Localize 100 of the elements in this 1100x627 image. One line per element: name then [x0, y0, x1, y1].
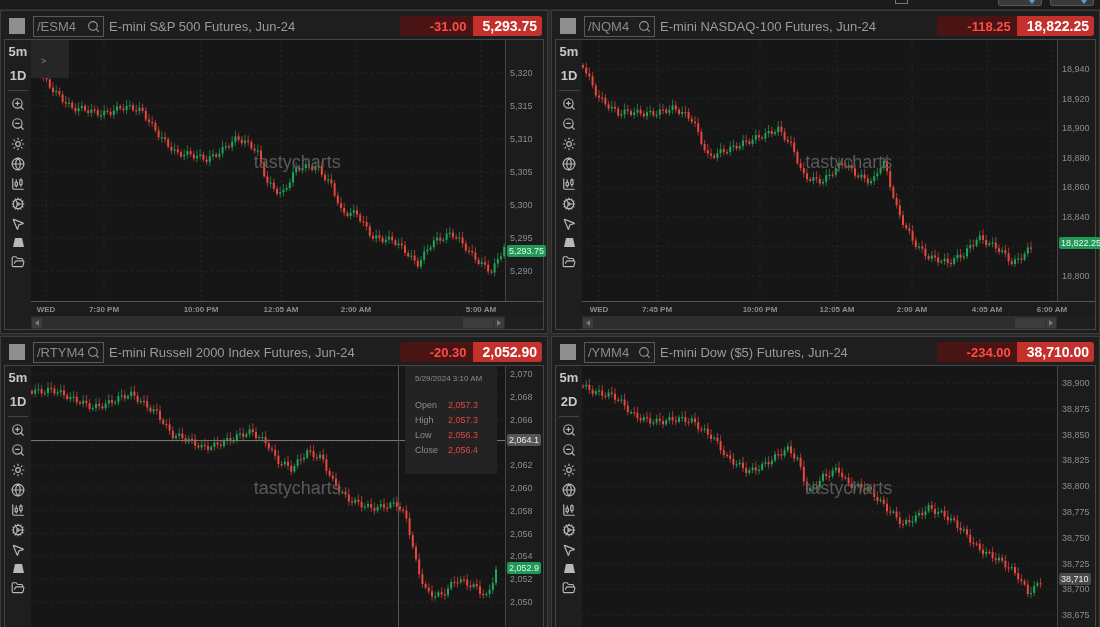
globe-icon[interactable]	[11, 157, 25, 171]
axis-label: 18,860	[1062, 182, 1090, 193]
tooltip-date: 5/29/2024 3:10 AM	[415, 374, 484, 383]
settings-icon[interactable]	[562, 197, 576, 211]
scrollbar[interactable]	[582, 316, 1057, 329]
axis-label: 5,295	[510, 233, 533, 243]
price-value: 5,293.75	[472, 16, 542, 36]
left-arrow-icon	[35, 319, 39, 326]
tooltip-label: Low	[415, 430, 433, 440]
folder-icon[interactable]	[11, 255, 25, 269]
sunburst-icon[interactable]	[562, 463, 576, 477]
cursor-icon[interactable]	[11, 543, 25, 557]
price-value: 18,822.25	[1016, 16, 1094, 36]
zoom-in-icon[interactable]	[562, 97, 576, 111]
axis-label: 6:00 AM	[1036, 305, 1068, 314]
interval-button[interactable]: 5m	[559, 370, 579, 388]
axis-label: 18,880	[1062, 152, 1090, 163]
change-value: -31.00	[399, 16, 473, 36]
trapezoid-icon[interactable]	[11, 237, 25, 249]
axis-label: 18,840	[1062, 212, 1090, 222]
search-icon	[87, 19, 100, 33]
sunburst-icon[interactable]	[562, 137, 576, 151]
axis-label: 2,068	[510, 391, 533, 402]
dropdown-button[interactable]	[1050, 0, 1094, 6]
axis-label: 5,290	[510, 266, 533, 276]
color-swatch[interactable]	[560, 344, 576, 360]
zoom-in-icon[interactable]	[562, 423, 576, 437]
range-button[interactable]: 1D	[560, 68, 578, 86]
interval-button[interactable]: 5m	[8, 370, 28, 388]
change-value: -20.30	[399, 342, 473, 362]
axis-label: 2,050	[510, 597, 533, 607]
tooltip-value: 2,056.3	[448, 430, 479, 440]
trapezoid-icon[interactable]	[562, 237, 576, 249]
settings-icon[interactable]	[11, 197, 25, 211]
zoom-out-icon[interactable]	[562, 117, 576, 131]
candlestick-icon[interactable]	[562, 503, 576, 517]
axis-label: 2,054	[510, 551, 533, 562]
scroll-left-button[interactable]	[583, 317, 593, 328]
folder-icon[interactable]	[11, 581, 25, 595]
trapezoid-icon[interactable]	[11, 563, 25, 575]
settings-icon[interactable]	[562, 523, 576, 537]
trapezoid-icon[interactable]	[562, 563, 576, 575]
scroll-right-button[interactable]	[1046, 317, 1056, 328]
axis-label: WED	[589, 305, 609, 314]
axis-label: 2:00 AM	[896, 305, 928, 314]
symbol-field[interactable]: /YMM4	[584, 341, 655, 363]
zoom-out-icon[interactable]	[11, 117, 25, 131]
axis-label: 2,056	[510, 528, 533, 539]
zoom-in-icon[interactable]	[11, 423, 25, 437]
axis-label: 2,058	[510, 505, 533, 516]
cursor-icon[interactable]	[11, 217, 25, 231]
color-swatch[interactable]	[9, 18, 25, 34]
zoom-in-icon[interactable]	[11, 97, 25, 111]
scroll-thumb[interactable]	[463, 317, 493, 328]
range-button[interactable]: 1D	[9, 68, 27, 86]
panel-toggle[interactable]: >	[31, 40, 69, 78]
axis-label: 10:00 PM	[742, 305, 778, 314]
left-arrow-icon	[586, 319, 590, 326]
dropdown-button[interactable]	[998, 0, 1042, 6]
axis-label: WED	[36, 305, 56, 314]
caret-icon	[1029, 0, 1035, 4]
color-swatch[interactable]	[9, 344, 25, 360]
candlestick-icon[interactable]	[11, 503, 25, 517]
globe-icon[interactable]	[562, 483, 576, 497]
right-arrow-icon	[1049, 319, 1053, 326]
candlestick-icon[interactable]	[11, 177, 25, 191]
scroll-right-button[interactable]	[494, 317, 504, 328]
scroll-left-button[interactable]	[32, 317, 42, 328]
sunburst-icon[interactable]	[11, 137, 25, 151]
globe-icon[interactable]	[562, 157, 576, 171]
range-button[interactable]: 2D	[560, 394, 578, 412]
range-button[interactable]: 1D	[9, 394, 27, 412]
candlestick-icon[interactable]	[562, 177, 576, 191]
folder-icon[interactable]	[562, 581, 576, 595]
axis-label: 5,315	[510, 101, 533, 111]
axis-label: 5,300	[510, 200, 533, 210]
zoom-out-icon[interactable]	[562, 443, 576, 457]
symbol-field[interactable]: /NQM4	[584, 15, 655, 37]
settings-icon[interactable]	[11, 523, 25, 537]
color-swatch[interactable]	[560, 18, 576, 34]
checkbox[interactable]	[895, 0, 908, 4]
sunburst-icon[interactable]	[11, 463, 25, 477]
globe-icon[interactable]	[11, 483, 25, 497]
zoom-out-icon[interactable]	[11, 443, 25, 457]
axis-label: 38,875	[1062, 403, 1090, 414]
symbol-field[interactable]: /RTYM4	[33, 341, 104, 363]
instrument-title: E-mini Dow ($5) Futures, Jun-24	[660, 344, 849, 360]
interval-button[interactable]: 5m	[8, 44, 28, 62]
cursor-icon[interactable]	[562, 217, 576, 231]
axis-label: 18,920	[1062, 93, 1090, 104]
scroll-thumb[interactable]	[1015, 317, 1045, 328]
last-price-label: 18,822.25	[1059, 237, 1100, 249]
axis-label: 2,060	[510, 483, 533, 493]
scrollbar[interactable]	[31, 316, 505, 329]
symbol-field[interactable]: /ESM4	[33, 15, 104, 37]
interval-button[interactable]: 5m	[559, 44, 579, 62]
folder-icon[interactable]	[562, 255, 576, 269]
axis-label: 18,800	[1062, 271, 1090, 282]
search-icon	[638, 345, 651, 359]
cursor-icon[interactable]	[562, 543, 576, 557]
